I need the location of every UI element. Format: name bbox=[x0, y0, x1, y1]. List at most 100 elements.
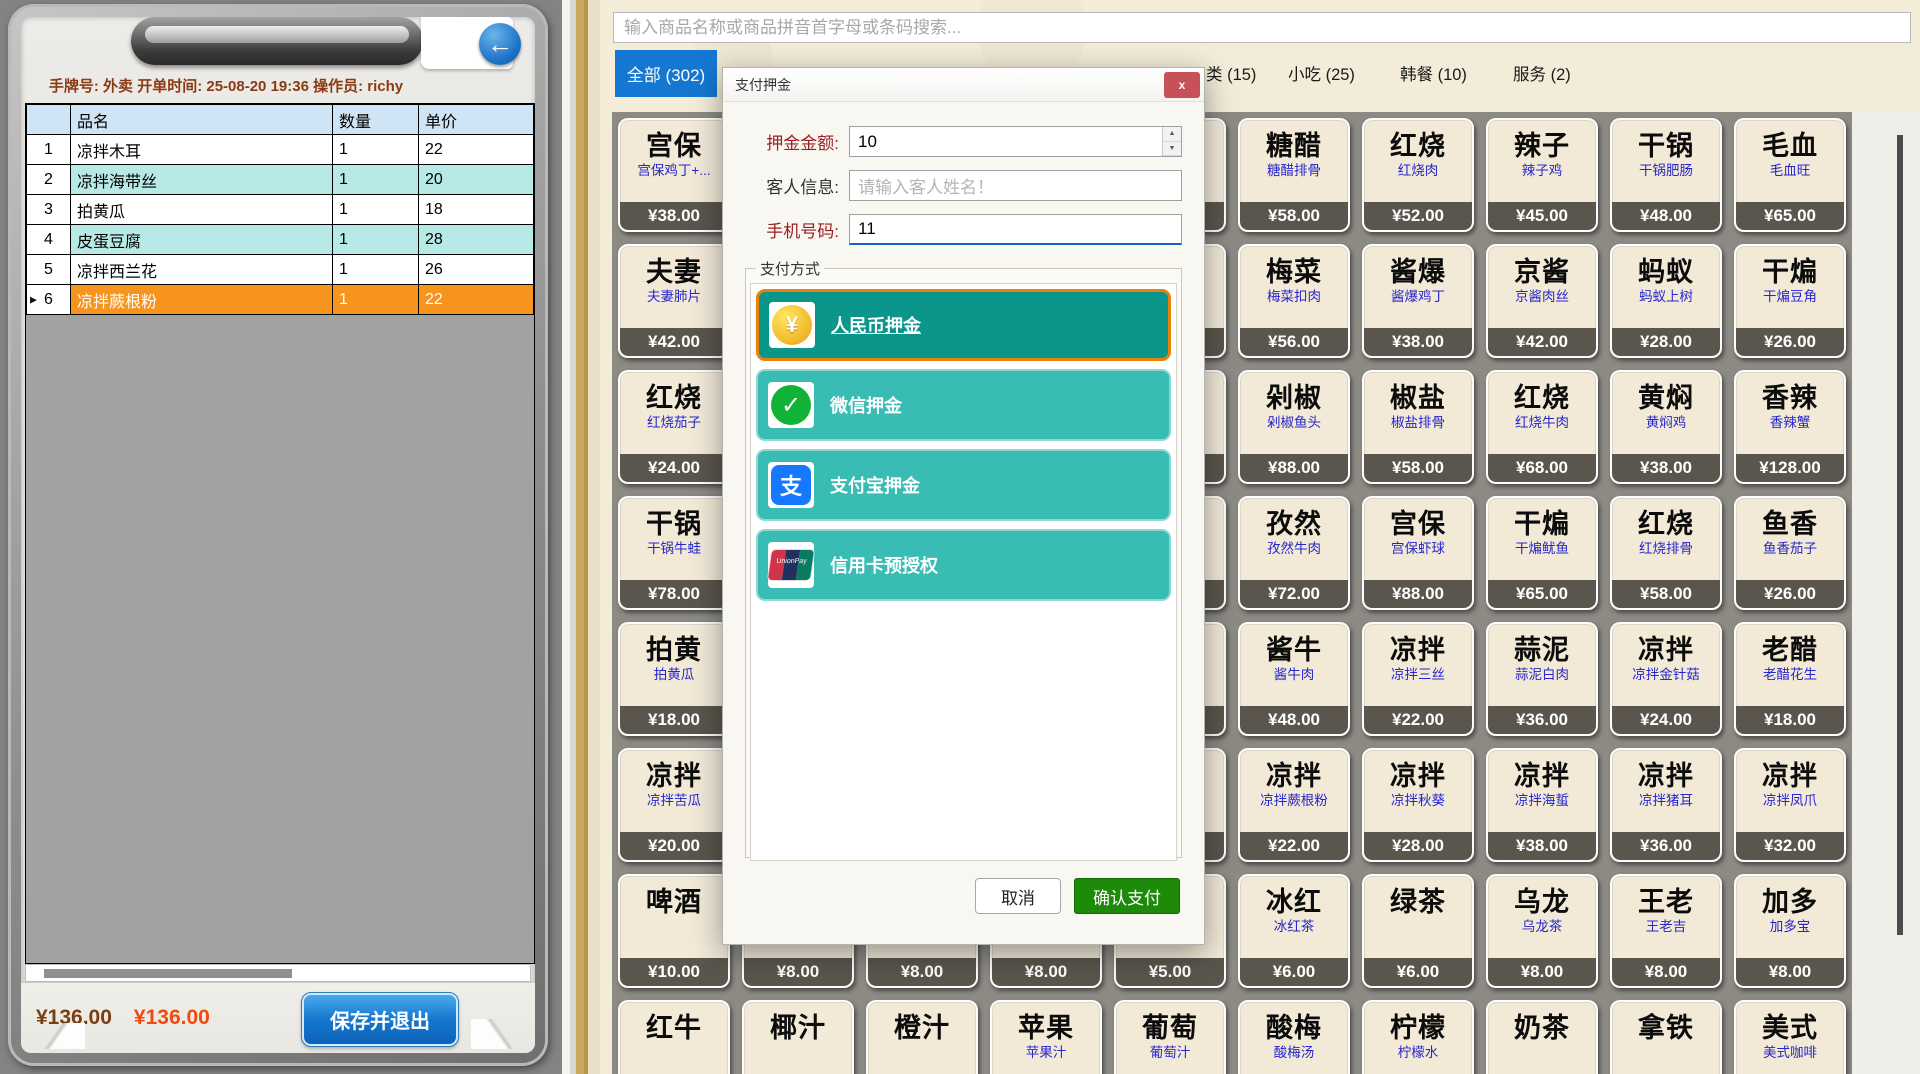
product-card[interactable]: 酱爆酱爆鸡丁¥38.00 bbox=[1362, 244, 1474, 358]
product-card[interactable]: 宫保宫保虾球¥88.00 bbox=[1362, 496, 1474, 610]
product-card[interactable]: 葡萄葡萄汁 bbox=[1114, 1000, 1226, 1074]
product-name: 黄焖 bbox=[1638, 382, 1694, 414]
product-card[interactable]: 干煸干煸豆角¥26.00 bbox=[1734, 244, 1846, 358]
back-button[interactable]: ← bbox=[479, 23, 521, 65]
product-card[interactable]: 椰汁 bbox=[742, 1000, 854, 1074]
payment-method-option[interactable]: 支支付宝押金 bbox=[756, 449, 1171, 521]
product-card[interactable]: 干锅干锅肥肠¥48.00 bbox=[1610, 118, 1722, 232]
product-card[interactable]: 孜然孜然牛肉¥72.00 bbox=[1238, 496, 1350, 610]
row-number: 1 bbox=[27, 135, 71, 165]
table-row[interactable]: 1凉拌木耳122 bbox=[27, 135, 534, 165]
product-card[interactable]: 辣子辣子鸡¥45.00 bbox=[1486, 118, 1598, 232]
wechat-icon: ✓ bbox=[768, 382, 814, 428]
product-card[interactable]: 凉拌凉拌蕨根粉¥22.00 bbox=[1238, 748, 1350, 862]
product-card[interactable]: 奶茶 bbox=[1486, 1000, 1598, 1074]
product-card[interactable]: 老醋老醋花生¥18.00 bbox=[1734, 622, 1846, 736]
category-tab[interactable]: 服务 (2) bbox=[1513, 60, 1571, 90]
product-card[interactable]: 凉拌凉拌猪耳¥36.00 bbox=[1610, 748, 1722, 862]
product-card[interactable]: 橙汁 bbox=[866, 1000, 978, 1074]
product-card[interactable]: 干锅干锅牛蛙¥78.00 bbox=[618, 496, 730, 610]
category-tab[interactable]: 韩餐 (10) bbox=[1400, 60, 1467, 90]
product-card[interactable]: 凉拌凉拌三丝¥22.00 bbox=[1362, 622, 1474, 736]
guest-name-field[interactable]: 请输入客人姓名！ bbox=[849, 170, 1182, 201]
product-card[interactable]: 毛血毛血旺¥65.00 bbox=[1734, 118, 1846, 232]
product-card[interactable]: 拍黄拍黄瓜¥18.00 bbox=[618, 622, 730, 736]
table-row[interactable]: 4皮蛋豆腐128 bbox=[27, 225, 534, 255]
product-card[interactable]: 拿铁 bbox=[1610, 1000, 1722, 1074]
product-card[interactable]: 酱牛酱牛肉¥48.00 bbox=[1238, 622, 1350, 736]
spinner-down-icon[interactable]: ▼ bbox=[1163, 142, 1181, 157]
product-card[interactable]: 凉拌凉拌金针菇¥24.00 bbox=[1610, 622, 1722, 736]
cancel-button[interactable]: 取消 bbox=[975, 878, 1061, 914]
product-card[interactable]: 美式美式咖啡 bbox=[1734, 1000, 1846, 1074]
product-name: 京酱 bbox=[1514, 256, 1570, 288]
spinner-up-icon[interactable]: ▲ bbox=[1163, 127, 1181, 142]
product-card[interactable]: 夫妻夫妻肺片¥42.00 bbox=[618, 244, 730, 358]
table-horizontal-scrollbar[interactable] bbox=[25, 964, 531, 982]
product-price: ¥45.00 bbox=[1488, 202, 1596, 230]
product-card[interactable]: 京酱京酱肉丝¥42.00 bbox=[1486, 244, 1598, 358]
amount-spinner[interactable]: ▲ ▼ bbox=[1162, 127, 1181, 156]
product-card[interactable]: 蒜泥蒜泥白肉¥36.00 bbox=[1486, 622, 1598, 736]
confirm-pay-button[interactable]: 确认支付 bbox=[1074, 878, 1180, 914]
product-price: ¥42.00 bbox=[1488, 328, 1596, 356]
product-name: 宫保 bbox=[1390, 508, 1446, 540]
product-card[interactable]: 蚂蚁蚂蚁上树¥28.00 bbox=[1610, 244, 1722, 358]
payment-method-group-label: 支付方式 bbox=[756, 258, 824, 279]
product-card[interactable]: 剁椒剁椒鱼头¥88.00 bbox=[1238, 370, 1350, 484]
product-card[interactable]: 绿茶¥6.00 bbox=[1362, 874, 1474, 988]
search-input[interactable] bbox=[613, 12, 1911, 43]
payment-method-option[interactable]: ✓微信押金 bbox=[756, 369, 1171, 441]
product-card[interactable]: 酸梅酸梅汤 bbox=[1238, 1000, 1350, 1074]
item-name: 皮蛋豆腐 bbox=[71, 225, 333, 255]
product-card[interactable]: 王老王老吉¥8.00 bbox=[1610, 874, 1722, 988]
product-card[interactable]: 冰红冰红茶¥6.00 bbox=[1238, 874, 1350, 988]
product-subtitle: 凉拌秋葵 bbox=[1391, 792, 1445, 809]
product-card[interactable]: 红烧红烧肉¥52.00 bbox=[1362, 118, 1474, 232]
close-icon[interactable]: x bbox=[1164, 72, 1200, 98]
product-card[interactable]: 梅菜梅菜扣肉¥56.00 bbox=[1238, 244, 1350, 358]
product-card[interactable]: 黄焖黄焖鸡¥38.00 bbox=[1610, 370, 1722, 484]
dialog-title-bar[interactable]: 支付押金 bbox=[723, 68, 1204, 102]
payment-method-option[interactable]: UnionPay信用卡预授权 bbox=[756, 529, 1171, 601]
table-row[interactable]: 2凉拌海带丝120 bbox=[27, 165, 534, 195]
product-card[interactable]: 加多加多宝¥8.00 bbox=[1734, 874, 1846, 988]
deposit-amount-label: 押金金额: bbox=[745, 129, 839, 154]
product-card[interactable]: 乌龙乌龙茶¥8.00 bbox=[1486, 874, 1598, 988]
grid-scrollbar[interactable] bbox=[1897, 135, 1903, 935]
product-card[interactable]: 鱼香鱼香茄子¥26.00 bbox=[1734, 496, 1846, 610]
table-row[interactable]: 3拍黄瓜118 bbox=[27, 195, 534, 225]
product-card[interactable]: 柠檬柠檬水 bbox=[1362, 1000, 1474, 1074]
product-card[interactable]: 红牛 bbox=[618, 1000, 730, 1074]
phone-number-field[interactable]: 11 bbox=[849, 214, 1182, 245]
save-exit-button[interactable]: 保存并退出 bbox=[302, 993, 458, 1046]
scrollbar-thumb[interactable] bbox=[44, 969, 292, 978]
tab-all-categories[interactable]: 全部 (302) bbox=[615, 50, 717, 97]
product-card[interactable]: 啤酒¥10.00 bbox=[618, 874, 730, 988]
product-card[interactable]: 香辣香辣蟹¥128.00 bbox=[1734, 370, 1846, 484]
product-card[interactable]: 红烧红烧茄子¥24.00 bbox=[618, 370, 730, 484]
table-row[interactable]: ▶6凉拌蕨根粉122 bbox=[27, 285, 534, 315]
product-card[interactable]: 凉拌凉拌苦瓜¥20.00 bbox=[618, 748, 730, 862]
deposit-amount-field[interactable]: 10 ▲ ▼ bbox=[849, 126, 1182, 157]
product-card[interactable]: 凉拌凉拌秋葵¥28.00 bbox=[1362, 748, 1474, 862]
product-subtitle: 凉拌三丝 bbox=[1391, 666, 1445, 683]
product-card[interactable]: 宫保宫保鸡丁+...¥38.00 bbox=[618, 118, 730, 232]
product-card[interactable]: 红烧红烧排骨¥58.00 bbox=[1610, 496, 1722, 610]
product-card[interactable]: 椒盐椒盐排骨¥58.00 bbox=[1362, 370, 1474, 484]
item-qty: 1 bbox=[333, 135, 419, 165]
product-card[interactable]: 凉拌凉拌海蜇¥38.00 bbox=[1486, 748, 1598, 862]
product-card[interactable]: 凉拌凉拌凤爪¥32.00 bbox=[1734, 748, 1846, 862]
product-price: ¥6.00 bbox=[1364, 958, 1472, 986]
product-card[interactable]: 苹果苹果汁 bbox=[990, 1000, 1102, 1074]
product-card[interactable]: 糖醋糖醋排骨¥58.00 bbox=[1238, 118, 1350, 232]
table-row[interactable]: 5凉拌西兰花126 bbox=[27, 255, 534, 285]
product-card[interactable]: 干煸干煸鱿鱼¥65.00 bbox=[1486, 496, 1598, 610]
product-card[interactable]: 红烧红烧牛肉¥68.00 bbox=[1486, 370, 1598, 484]
amount-total: ¥136.00 bbox=[134, 1006, 210, 1030]
payment-method-selected[interactable]: ¥人民币押金 bbox=[756, 289, 1171, 361]
category-tab[interactable]: 类 (15) bbox=[1206, 60, 1256, 90]
product-subtitle: 红烧肉 bbox=[1398, 162, 1439, 179]
category-tab[interactable]: 小吃 (25) bbox=[1288, 60, 1355, 90]
product-price: ¥24.00 bbox=[620, 454, 728, 482]
